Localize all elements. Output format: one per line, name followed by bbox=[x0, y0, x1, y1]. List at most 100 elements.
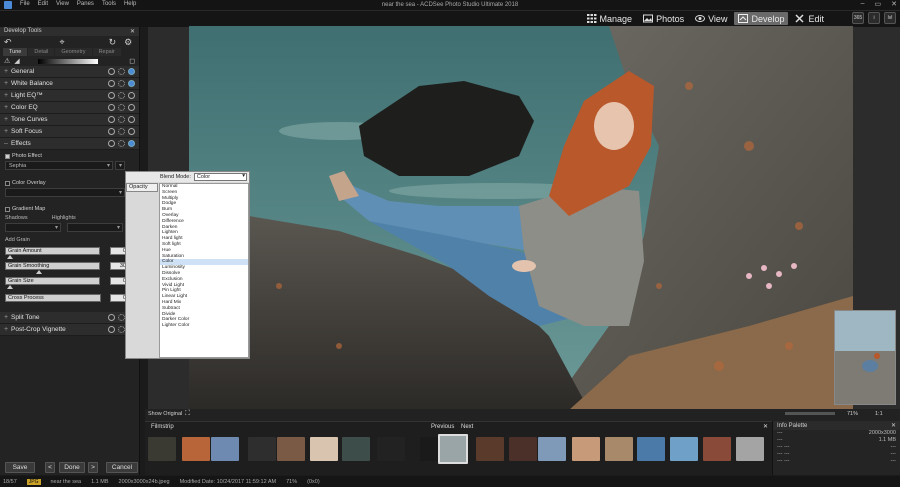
save-button[interactable]: Save bbox=[5, 462, 35, 473]
filmstrip-thumbnail[interactable] bbox=[538, 437, 566, 461]
prev-button[interactable]: < bbox=[45, 462, 55, 473]
blend-option[interactable]: Lighter Color bbox=[160, 323, 248, 329]
settings-gear-icon[interactable]: ⚙ bbox=[124, 37, 132, 48]
maximize-button[interactable]: ▭ bbox=[875, 0, 882, 8]
tab-tune[interactable]: Tune bbox=[3, 48, 27, 56]
slider-thumb[interactable] bbox=[36, 270, 42, 274]
gradient-map-checkbox[interactable] bbox=[5, 207, 10, 212]
expand-icon[interactable]: + bbox=[4, 80, 11, 87]
section-bottom-1[interactable]: +Post-Crop Vignette bbox=[0, 324, 139, 336]
expand-icon[interactable]: + bbox=[4, 92, 11, 99]
grain-slider[interactable]: Grain Amount bbox=[5, 247, 100, 255]
filmstrip-thumbnail[interactable] bbox=[572, 437, 600, 461]
section-settings-icon[interactable] bbox=[118, 116, 125, 123]
section-main-0[interactable]: +General bbox=[0, 66, 139, 78]
main-photo[interactable] bbox=[189, 26, 853, 410]
close-filmstrip-icon[interactable]: ✕ bbox=[763, 423, 768, 430]
photo-effect-dropdown[interactable]: Sephia bbox=[5, 161, 113, 170]
section-main-4[interactable]: +Tone Curves bbox=[0, 114, 139, 126]
expand-icon[interactable]: + bbox=[4, 314, 11, 321]
section-main-5[interactable]: +Soft Focus bbox=[0, 126, 139, 138]
reset-section-icon[interactable] bbox=[108, 326, 115, 333]
info-icon[interactable]: i bbox=[868, 12, 880, 24]
reset-section-icon[interactable] bbox=[108, 140, 115, 147]
undo-icon[interactable]: ↶ bbox=[4, 37, 12, 48]
mode-view[interactable]: View bbox=[691, 12, 731, 25]
expand-icon[interactable]: + bbox=[4, 116, 11, 123]
minimize-button[interactable]: – bbox=[861, 0, 865, 8]
expand-icon[interactable]: + bbox=[4, 326, 11, 333]
navigator-thumbnail[interactable] bbox=[834, 310, 896, 405]
toggle-section-icon[interactable] bbox=[128, 128, 135, 135]
section-settings-icon[interactable] bbox=[118, 80, 125, 87]
section-settings-icon[interactable] bbox=[118, 314, 125, 321]
filmstrip-thumbnail[interactable] bbox=[342, 437, 370, 461]
highlights-color-dropdown[interactable] bbox=[67, 223, 123, 232]
toggle-section-icon[interactable] bbox=[128, 116, 135, 123]
reset-section-icon[interactable] bbox=[108, 68, 115, 75]
slider-thumb[interactable] bbox=[7, 285, 13, 289]
opacity-field[interactable]: Opacity bbox=[126, 183, 158, 192]
next-button[interactable]: > bbox=[88, 462, 98, 473]
toggle-section-icon[interactable] bbox=[128, 68, 135, 75]
reset-section-icon[interactable] bbox=[108, 92, 115, 99]
section-settings-icon[interactable] bbox=[118, 128, 125, 135]
filmstrip-thumbnail[interactable] bbox=[670, 437, 698, 461]
close-button[interactable]: ✕ bbox=[891, 0, 897, 8]
section-main-3[interactable]: +Color EQ bbox=[0, 102, 139, 114]
toggle-section-icon[interactable] bbox=[128, 92, 135, 99]
filmstrip-thumbnail[interactable] bbox=[703, 437, 731, 461]
mode-photos[interactable]: Photos bbox=[639, 12, 688, 25]
cancel-button[interactable]: Cancel bbox=[106, 462, 138, 473]
slider-thumb[interactable] bbox=[7, 255, 13, 259]
reset-section-icon[interactable] bbox=[108, 104, 115, 111]
photo-effect-checkbox[interactable] bbox=[5, 154, 10, 159]
pin-icon[interactable]: ✕ bbox=[130, 28, 135, 35]
close-info-icon[interactable]: ✕ bbox=[891, 422, 896, 429]
toggle-section-icon[interactable] bbox=[128, 140, 135, 147]
section-bottom-0[interactable]: +Split Tone bbox=[0, 312, 139, 324]
filmstrip-thumbnail[interactable] bbox=[637, 437, 665, 461]
show-original-button[interactable]: Show Original bbox=[148, 411, 182, 417]
tab-detail[interactable]: Detail bbox=[28, 48, 54, 56]
filmstrip-thumbnail[interactable] bbox=[476, 437, 504, 461]
shadows-color-dropdown[interactable] bbox=[5, 223, 61, 232]
actual-size-button[interactable]: 1:1 bbox=[875, 411, 883, 417]
filmstrip-thumbnail[interactable] bbox=[248, 437, 276, 461]
reset-icon[interactable]: ↻ bbox=[109, 37, 117, 48]
section-settings-icon[interactable] bbox=[118, 68, 125, 75]
reset-section-icon[interactable] bbox=[108, 314, 115, 321]
filmstrip-thumbnail[interactable] bbox=[148, 437, 176, 461]
exposure-warning-icon[interactable]: ◻ bbox=[129, 57, 135, 65]
zoom-slider[interactable] bbox=[785, 412, 835, 415]
grain-slider[interactable]: Grain Smoothing bbox=[5, 262, 100, 270]
tab-geometry[interactable]: Geometry bbox=[55, 48, 91, 56]
blend-mode-select[interactable]: Color bbox=[194, 173, 247, 181]
filmstrip-thumbnail[interactable] bbox=[736, 437, 764, 461]
filmstrip-thumbnail[interactable] bbox=[211, 437, 239, 461]
filmstrip-thumbnail[interactable] bbox=[310, 437, 338, 461]
filmstrip-thumbnail[interactable] bbox=[182, 437, 210, 461]
next-image-button[interactable]: Next bbox=[461, 424, 473, 430]
reset-section-icon[interactable] bbox=[108, 116, 115, 123]
section-settings-icon[interactable] bbox=[118, 140, 125, 147]
section-settings-icon[interactable] bbox=[118, 92, 125, 99]
reset-section-icon[interactable] bbox=[108, 128, 115, 135]
filmstrip-thumbnail[interactable] bbox=[509, 437, 537, 461]
color-overlay-checkbox[interactable] bbox=[5, 181, 10, 186]
expand-icon[interactable]: + bbox=[4, 68, 11, 75]
filmstrip-thumbnail[interactable] bbox=[277, 437, 305, 461]
section-main-2[interactable]: +Light EQ™ bbox=[0, 90, 139, 102]
expand-icon[interactable]: + bbox=[4, 104, 11, 111]
photo-effect-more-button[interactable] bbox=[115, 161, 125, 170]
mode-develop[interactable]: Develop bbox=[734, 12, 788, 25]
section-settings-icon[interactable] bbox=[118, 326, 125, 333]
previous-button[interactable]: Previous bbox=[431, 424, 454, 430]
levels-icon[interactable]: lvl bbox=[884, 12, 896, 24]
toggle-section-icon[interactable] bbox=[128, 80, 135, 87]
tab-repair[interactable]: Repair bbox=[93, 48, 121, 56]
acdsee-365-icon[interactable]: 365 bbox=[852, 12, 864, 24]
filmstrip-thumbnail[interactable] bbox=[605, 437, 633, 461]
toggle-section-icon[interactable] bbox=[128, 104, 135, 111]
cross-process-slider[interactable]: Cross Process bbox=[5, 294, 101, 302]
